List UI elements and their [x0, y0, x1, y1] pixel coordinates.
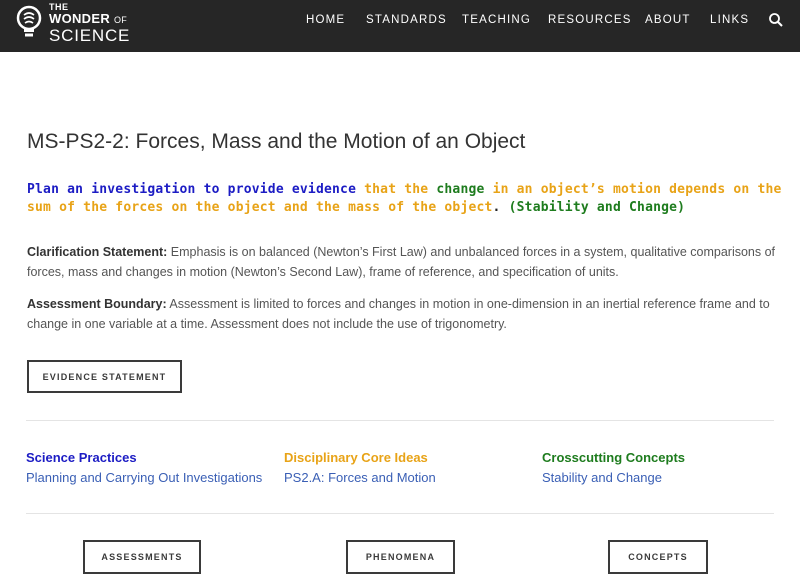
pe-concept-text-1: change — [436, 182, 485, 197]
nav-teaching[interactable]: TEACHING — [462, 14, 531, 26]
core-ideas-heading: Disciplinary Core Ideas — [284, 450, 428, 465]
logo-line-science: SCIENCE — [49, 26, 131, 45]
divider-bottom — [26, 513, 774, 514]
main-nav: HOME STANDARDS TEACHING RESOURCES ABOUT … — [0, 14, 800, 28]
clarification-statement: Clarification Statement: Emphasis is on … — [27, 242, 782, 282]
assessment-boundary: Assessment Boundary: Assessment is limit… — [27, 294, 782, 334]
nav-resources[interactable]: RESOURCES — [548, 14, 632, 26]
science-practices-heading: Science Practices — [26, 450, 137, 465]
crosscutting-concepts-link[interactable]: Stability and Change — [542, 470, 662, 485]
core-ideas-link[interactable]: PS2.A: Forces and Motion — [284, 470, 436, 485]
evidence-statement-button[interactable]: EVIDENCE STATEMENT — [27, 360, 182, 393]
crosscutting-concepts-heading: Crosscutting Concepts — [542, 450, 686, 465]
pe-dci-text-1: that the — [356, 182, 437, 197]
assessment-boundary-label: Assessment Boundary: — [27, 297, 167, 311]
top-navbar: THE WONDER OF SCIENCE HOME STANDARDS TEA… — [0, 0, 800, 52]
clarification-label: Clarification Statement: — [27, 245, 168, 259]
performance-expectation: Plan an investigation to provide evidenc… — [27, 181, 787, 217]
page-title: MS-PS2-2: Forces, Mass and the Motion of… — [27, 130, 526, 153]
pe-separator: . — [492, 200, 509, 215]
divider-top — [26, 420, 774, 421]
phenomena-button[interactable]: PHENOMENA — [346, 540, 455, 574]
nav-links[interactable]: LINKS — [710, 14, 749, 26]
nav-home[interactable]: HOME — [306, 14, 345, 26]
nav-standards[interactable]: STANDARDS — [366, 14, 447, 26]
pe-practice-text: Plan an investigation to provide evidenc… — [27, 182, 357, 197]
search-icon[interactable] — [768, 12, 784, 28]
concepts-button[interactable]: CONCEPTS — [608, 540, 708, 574]
science-practices-link[interactable]: Planning and Carrying Out Investigations — [26, 470, 262, 485]
pe-concept-text-2: (Stability and Change) — [508, 200, 686, 215]
nav-about[interactable]: ABOUT — [645, 14, 691, 26]
assessments-button[interactable]: ASSESSMENTS — [83, 540, 201, 574]
